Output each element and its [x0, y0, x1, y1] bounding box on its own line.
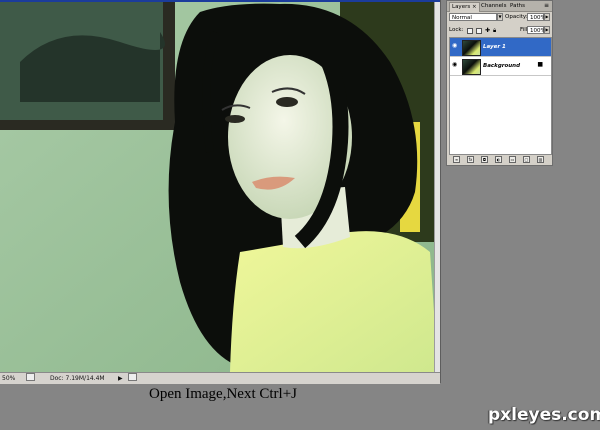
visibility-eye-icon[interactable]: ◉ — [452, 43, 458, 49]
visibility-eye-icon[interactable]: ◉ — [452, 62, 458, 68]
fill-input[interactable]: 100% — [527, 26, 546, 34]
tab-close-icon[interactable]: × — [472, 4, 477, 10]
hscroll-left-icon[interactable] — [128, 373, 137, 381]
trash-icon[interactable]: ▥ — [537, 156, 544, 163]
layer-name: Layer 1 — [483, 44, 506, 50]
document-window: 50% Doc: 7.19M/14.4M ▶ — [0, 0, 441, 384]
new-layer-icon[interactable]: ▢ — [523, 156, 530, 163]
opacity-label: Opacity: — [505, 14, 528, 20]
blend-mode-value: Normal — [452, 15, 472, 21]
panel-bottom-toolbar: ∞ fx ◘ ◐ ▭ ▢ ▥ — [449, 156, 550, 164]
status-bar: 50% Doc: 7.19M/14.4M ▶ — [0, 372, 440, 384]
group-icon[interactable]: ▭ — [509, 156, 516, 163]
opacity-arrow-icon[interactable]: ▶ — [544, 13, 550, 21]
opacity-input[interactable]: 100% — [527, 13, 546, 21]
tab-label: Layers — [452, 4, 471, 10]
tab-paths[interactable]: Paths — [508, 2, 527, 11]
lock-position-icon[interactable]: ✚ — [485, 28, 491, 34]
status-nav-icon[interactable] — [26, 373, 35, 381]
lock-transparent-icon[interactable] — [467, 28, 473, 34]
adjustment-icon[interactable]: ◐ — [495, 156, 502, 163]
lock-icon: ■ — [537, 61, 543, 68]
chevron-down-icon[interactable]: ▼ — [497, 13, 503, 21]
lock-image-icon[interactable] — [476, 28, 482, 34]
lock-label: Lock: — [449, 27, 464, 33]
fill-arrow-icon[interactable]: ▶ — [544, 26, 550, 34]
layer-list: ◉ Layer 1 ◉ Background ■ — [449, 37, 552, 155]
zoom-level[interactable]: 50% — [2, 373, 15, 384]
tab-label: Paths — [510, 3, 525, 9]
caption-text: Open Image,Next Ctrl+J — [148, 386, 297, 402]
layer-row-layer-1[interactable]: ◉ Layer 1 — [450, 38, 551, 57]
fx-icon[interactable]: fx — [467, 156, 474, 163]
image-canvas[interactable] — [0, 2, 438, 372]
photo-image — [0, 2, 438, 372]
layer-name: Background — [483, 63, 521, 69]
vertical-scrollbar[interactable] — [434, 2, 440, 372]
tab-layers[interactable]: Layers × — [449, 2, 480, 12]
panel-tab-row: Layers × Channels Paths ≡ — [447, 1, 552, 12]
lock-all-icon[interactable]: 🔒︎ — [493, 28, 499, 34]
layer-row-background[interactable]: ◉ Background ■ — [450, 57, 551, 76]
layers-panel: Layers × Channels Paths ≡ Normal ▼ Opaci… — [446, 0, 553, 166]
tab-channels[interactable]: Channels — [479, 2, 508, 11]
mask-icon[interactable]: ◘ — [481, 156, 488, 163]
status-menu-arrow-icon[interactable]: ▶ — [118, 373, 123, 384]
panel-menu-icon[interactable]: ≡ — [544, 2, 550, 9]
blend-mode-select[interactable]: Normal — [449, 13, 497, 21]
link-icon[interactable]: ∞ — [453, 156, 460, 163]
doc-size: Doc: 7.19M/14.4M — [50, 375, 105, 382]
watermark-logo: pxleyes.com — [488, 405, 600, 425]
layer-thumbnail — [462, 40, 481, 56]
tab-label: Channels — [481, 3, 507, 9]
layer-thumbnail — [462, 59, 481, 75]
